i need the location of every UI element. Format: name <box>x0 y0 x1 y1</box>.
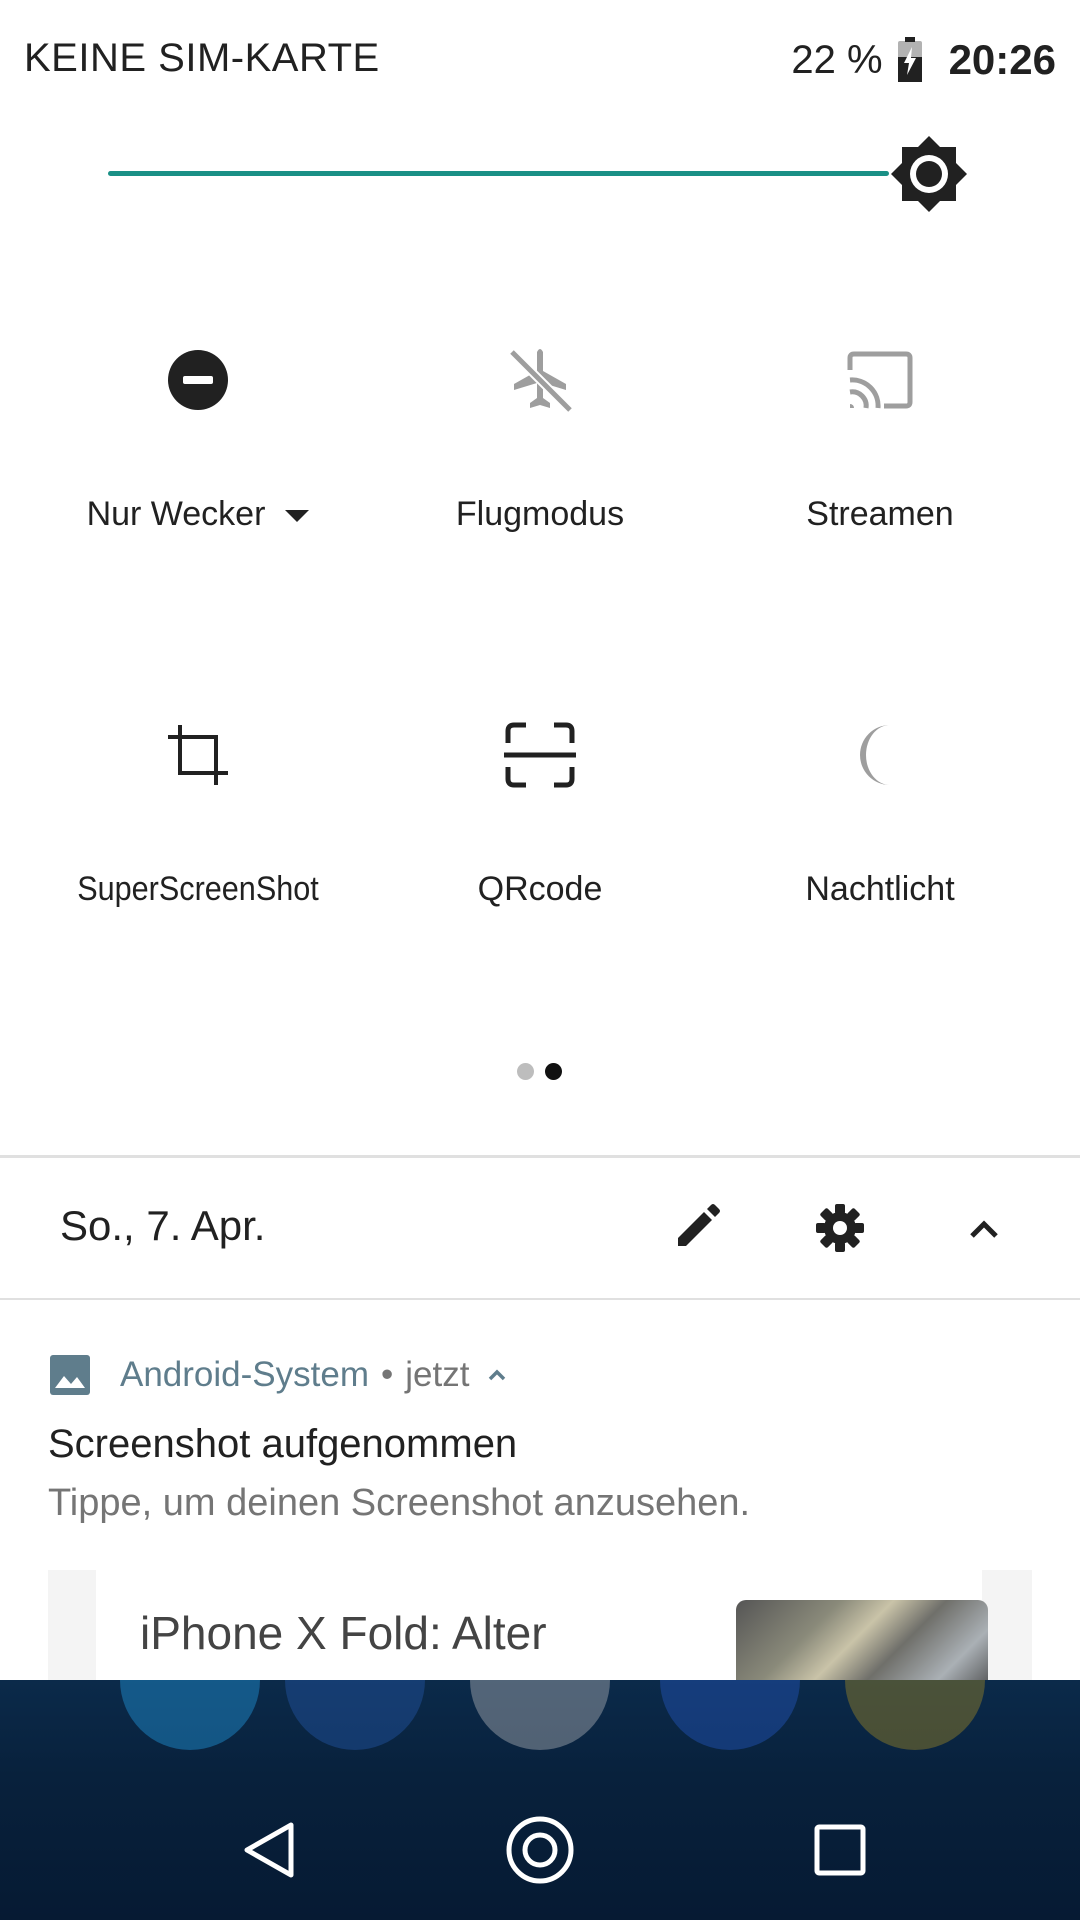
notification-title: Screenshot aufgenommen <box>48 1422 518 1466</box>
chevron-up-icon[interactable] <box>948 1192 1020 1264</box>
cast-icon <box>847 351 913 409</box>
tile-label-text: Nur Wecker <box>86 495 266 533</box>
back-triangle-icon[interactable] <box>225 1805 315 1895</box>
dropdown-caret-icon[interactable] <box>285 510 310 523</box>
tile-qrcode[interactable]: QRcode <box>370 675 710 975</box>
tile-label-superscreenshot: SuperScreenShot <box>77 870 319 908</box>
preview-headline: iPhone X Fold: Alter <box>140 1607 547 1659</box>
carrier-label: KEINE SIM-KARTE <box>24 36 380 80</box>
airplane-off-icon <box>508 348 574 414</box>
status-right: 22 % 20:26 <box>791 32 1056 88</box>
moon-icon <box>860 725 890 785</box>
app-icon-ghost <box>660 1680 800 1750</box>
navigation-bar <box>0 1780 1080 1920</box>
tile-nachtlicht[interactable]: Nachtlicht <box>710 675 1050 975</box>
notification-text: Tippe, um deinen Screenshot anzusehen. <box>48 1482 751 1524</box>
preview-content: iPhone X Fold: Alter <box>96 1570 988 1680</box>
tile-label-flugmodus: Flugmodus <box>455 495 625 533</box>
tile-flugmodus[interactable]: Flugmodus <box>370 300 710 600</box>
tile-nur-wecker[interactable]: Nur Wecker <box>28 300 368 600</box>
tile-label-qrcode: QRcode <box>477 870 603 908</box>
recents-square-icon[interactable] <box>795 1805 885 1895</box>
tile-label-nachtlicht: Nachtlicht <box>805 870 955 908</box>
app-icon-ghost <box>470 1680 610 1750</box>
home-circle-icon[interactable] <box>495 1805 585 1895</box>
status-bar: KEINE SIM-KARTE 22 % 20:26 <box>0 0 1080 120</box>
tile-superscreenshot[interactable]: SuperScreenShot <box>28 675 368 975</box>
qr-scan-icon <box>504 722 576 788</box>
clock: 20:26 <box>948 36 1056 83</box>
screenshot-preview[interactable]: iPhone X Fold: Alter <box>48 1570 1032 1680</box>
brightness-icon[interactable] <box>889 134 969 214</box>
crop-icon <box>168 725 228 785</box>
tile-label-streamen: Streamen <box>806 495 954 533</box>
notification-time: jetzt <box>405 1355 470 1394</box>
preview-image <box>736 1600 988 1680</box>
chevron-up-icon[interactable] <box>479 1357 515 1393</box>
brightness-track[interactable] <box>108 171 889 176</box>
page-dot-1[interactable] <box>517 1063 534 1080</box>
battery-percentage: 22 % <box>791 37 883 82</box>
date-label: So., 7. Apr. <box>60 1202 266 1249</box>
battery-charging-icon <box>897 37 922 82</box>
notification-screenshot[interactable]: Android-System • jetzt Screenshot aufgen… <box>0 1300 1080 1680</box>
do-not-disturb-icon <box>168 350 228 410</box>
brightness-slider[interactable] <box>0 120 1080 230</box>
app-icon-ghost <box>285 1680 425 1750</box>
tile-label-nur-wecker: Nur Wecker <box>28 495 368 534</box>
pencil-icon[interactable] <box>660 1192 732 1264</box>
image-icon <box>50 1355 90 1395</box>
page-indicator <box>0 1063 1080 1083</box>
tile-streamen[interactable]: Streamen <box>710 300 1050 600</box>
app-icon-ghost <box>845 1680 985 1750</box>
quick-settings-footer: So., 7. Apr. <box>0 1158 1080 1298</box>
notification-app-name: Android-System <box>120 1355 369 1394</box>
notification-separator: • <box>380 1355 394 1394</box>
gear-icon[interactable] <box>804 1192 876 1264</box>
notification-header: Android-System • jetzt <box>48 1350 515 1400</box>
page-dot-2[interactable] <box>545 1063 562 1080</box>
app-icon-ghost <box>120 1680 260 1750</box>
